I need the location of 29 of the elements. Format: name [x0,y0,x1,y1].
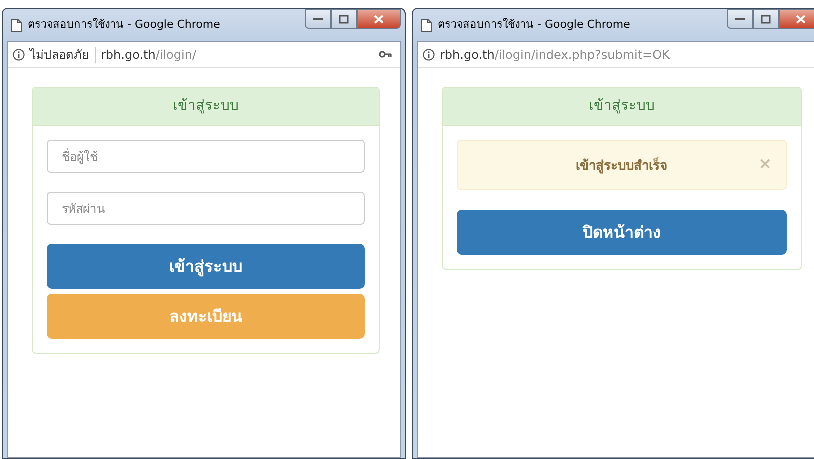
close-button[interactable] [779,9,814,29]
maximize-button[interactable] [331,9,357,29]
minimize-icon [735,17,745,21]
card-header: เข้าสู่ระบบ [173,97,239,116]
address-url[interactable]: rbh.go.th/ilogin/ [101,48,196,62]
minimize-button[interactable] [727,9,753,29]
info-icon [423,48,435,60]
minimize-icon [313,17,323,21]
info-icon [13,48,25,60]
security-label[interactable]: ไม่ปลอดภัย [30,46,96,62]
address-url[interactable]: rbh.go.th/ilogin/index.php?submit=OK [440,48,670,62]
close-icon [374,14,384,24]
button[interactable]: ปิดหน้าต่าง [457,210,787,255]
window-title: ตรวจสอบการใช้งาน - Google Chrome [28,18,220,32]
minimize-button[interactable] [305,9,331,29]
maximize-icon [761,14,771,24]
maximize-icon [339,14,349,24]
close-icon [796,14,806,24]
window-title: ตรวจสอบการใช้งาน - Google Chrome [438,18,630,32]
key-icon[interactable] [379,51,392,58]
input-field[interactable]: ชื่อผู้ใช้ [47,140,365,173]
close-button[interactable] [357,9,401,29]
page-icon [11,18,22,32]
maximize-button[interactable] [753,9,779,29]
input-field[interactable]: รหัสผ่าน [47,192,365,225]
alert-message: เข้าสู่ระบบสำเร็จ [576,156,668,176]
button[interactable]: เข้าสู่ระบบ [47,244,365,289]
card-header: เข้าสู่ระบบ [589,97,655,116]
page-icon [421,18,432,32]
